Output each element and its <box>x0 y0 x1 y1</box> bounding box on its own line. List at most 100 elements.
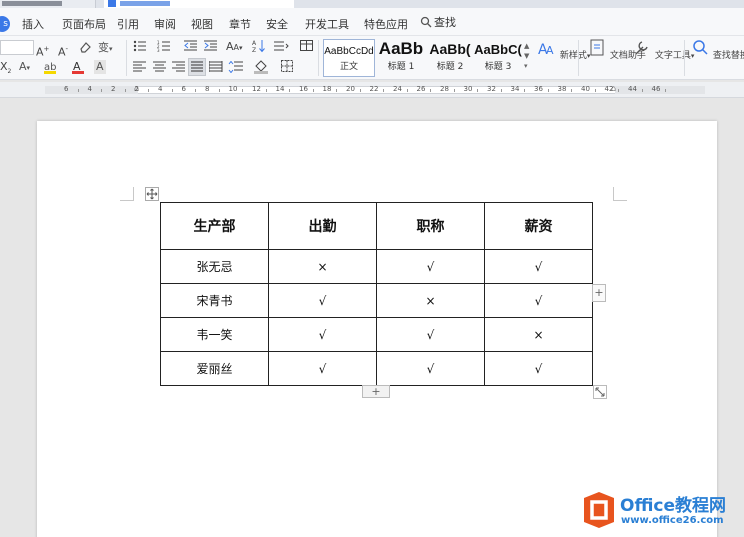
menu-page-layout[interactable]: 页面布局 <box>62 16 106 32</box>
add-row-button[interactable]: + <box>362 385 390 398</box>
data-table[interactable]: 生产部 出勤 职称 薪资 张无忌 × √ √ 宋青书 √ × √ 韦一笑 √ √… <box>160 202 593 386</box>
menu-review[interactable]: 审阅 <box>154 16 176 32</box>
table-cell[interactable]: × <box>376 283 485 318</box>
find-replace-button[interactable]: 查找替换▾ <box>690 38 744 61</box>
table-cell[interactable]: √ <box>376 351 485 386</box>
tab-other-document[interactable] <box>0 0 96 8</box>
table-move-handle[interactable] <box>145 187 159 201</box>
bullet-list-icon[interactable] <box>133 40 147 52</box>
ruler-number: 14 <box>275 85 285 93</box>
align-left-icon[interactable] <box>133 61 147 73</box>
table-row: 爱丽丝 √ √ √ <box>160 351 593 386</box>
table-cell[interactable]: √ <box>268 283 377 318</box>
table-cell[interactable]: √ <box>484 283 593 318</box>
table-cell[interactable]: × <box>484 317 593 352</box>
style-normal[interactable]: AaBbCcDd 正文 <box>323 39 375 77</box>
table-cell[interactable]: √ <box>376 249 485 284</box>
new-style-button[interactable]: AA 新样式▾ <box>537 38 590 61</box>
ruler-tick <box>500 89 502 92</box>
menu-references[interactable]: 引用 <box>117 16 139 32</box>
borders-icon[interactable] <box>281 60 297 74</box>
table-cell[interactable]: 爱丽丝 <box>160 351 269 386</box>
distributed-align-icon[interactable] <box>209 61 223 73</box>
clear-format-icon[interactable] <box>79 41 91 53</box>
align-right-icon[interactable] <box>172 61 186 73</box>
line-spacing-icon[interactable] <box>228 61 244 73</box>
resize-icon <box>595 387 605 397</box>
ruler-tick <box>406 89 408 92</box>
ruler-tick <box>359 89 361 92</box>
font-size-field[interactable] <box>0 40 34 55</box>
shading-icon[interactable] <box>254 60 272 74</box>
table-cell[interactable]: √ <box>484 351 593 386</box>
subscript-icon[interactable]: X2 <box>0 60 11 79</box>
decrease-indent-icon[interactable] <box>184 40 198 52</box>
table-cell[interactable]: √ <box>268 351 377 386</box>
table-cell[interactable]: √ <box>268 317 377 352</box>
style-sample: AaBbCcDd <box>324 46 374 57</box>
ruler-tick <box>124 89 126 92</box>
table-cell[interactable]: 宋青书 <box>160 283 269 318</box>
ruler-number: 26 <box>416 85 426 93</box>
doc-helper-icon <box>590 39 604 56</box>
home-menu-icon[interactable]: s <box>0 16 10 32</box>
ruler-number: 32 <box>487 85 496 93</box>
justify-icon[interactable] <box>188 58 206 76</box>
menu-view[interactable]: 视图 <box>191 16 213 32</box>
menu-search[interactable]: 查找 <box>420 14 456 30</box>
menu-security[interactable]: 安全 <box>266 16 288 32</box>
header-cell-department[interactable]: 生产部 <box>160 202 269 250</box>
styles-scroll-icon[interactable]: ▲ ▼ ▾ <box>524 41 529 71</box>
ruler-tick <box>242 89 244 92</box>
table-resize-handle[interactable] <box>593 385 607 399</box>
table-cell[interactable]: √ <box>376 317 485 352</box>
shrink-font-icon[interactable]: A- <box>58 42 68 60</box>
header-cell-title[interactable]: 职称 <box>376 202 485 250</box>
text-effect-icon[interactable]: A▾ <box>19 60 30 75</box>
change-case-icon[interactable]: AA▾ <box>226 40 243 55</box>
font-color-icon[interactable]: A <box>72 60 84 74</box>
table-cell[interactable]: 韦一笑 <box>160 317 269 352</box>
menu-developer-tools[interactable]: 开发工具 <box>305 16 349 32</box>
table-insert-icon[interactable] <box>300 40 314 52</box>
style-caption: 标题 1 <box>387 62 415 72</box>
menu-insert[interactable]: 插入 <box>22 16 44 32</box>
ruler-tick <box>430 89 432 92</box>
tab-active-document[interactable] <box>104 0 294 8</box>
sort-icon[interactable]: AZ <box>252 39 266 53</box>
header-cell-attendance[interactable]: 出勤 <box>268 202 377 250</box>
ruler-number: 10 <box>228 85 238 93</box>
ruler-tick <box>289 89 291 92</box>
phonetic-guide-icon[interactable]: 变▾ <box>98 41 113 56</box>
numbered-list-icon[interactable]: 123 <box>157 40 171 52</box>
ruler-tick <box>195 89 197 92</box>
header-cell-salary[interactable]: 薪资 <box>484 202 593 250</box>
table-cell[interactable]: × <box>268 249 377 284</box>
ruler-number: 28 <box>440 85 449 93</box>
line-spacing-options-icon[interactable] <box>274 40 290 52</box>
move-icon <box>146 188 158 200</box>
ruler-number: 42 <box>604 85 614 93</box>
menu-bar: s 插入 页面布局 引用 审阅 视图 章节 安全 开发工具 特色应用 查找 <box>0 8 744 36</box>
style-heading-2[interactable]: AaBb( 标题 2 <box>426 39 474 77</box>
style-caption: 正文 <box>339 62 358 72</box>
style-heading-1[interactable]: AaBb 标题 1 <box>376 39 426 77</box>
table-cell[interactable]: 张无忌 <box>160 249 269 284</box>
increase-indent-icon[interactable] <box>204 40 218 52</box>
ruler-tick <box>524 89 526 92</box>
text-tools-button[interactable]: 文字工具▾ <box>632 38 694 61</box>
menu-chapter[interactable]: 章节 <box>229 16 251 32</box>
character-shading-icon[interactable]: A <box>94 60 106 74</box>
menu-special-features[interactable]: 特色应用 <box>364 16 408 32</box>
table-cell[interactable]: √ <box>484 249 593 284</box>
horizontal-ruler[interactable]: ⌂ ⌂ 6 4 2 2 4 6 8 10 12 14 16 18 20 22 24 26 28 30 32 34 36 3… <box>0 82 744 98</box>
watermark-title: Office教程网 <box>620 496 727 516</box>
document-page[interactable]: 生产部 出勤 职称 薪资 张无忌 × √ √ 宋青书 √ × √ 韦一笑 √ √… <box>37 121 717 537</box>
ruler-number: 18 <box>322 85 332 93</box>
grow-font-icon[interactable]: A+ <box>36 42 49 60</box>
align-center-icon[interactable] <box>153 61 167 73</box>
highlight-icon[interactable]: ab <box>44 60 62 74</box>
style-heading-3[interactable]: AaBbC( 标题 3 <box>474 39 522 77</box>
add-column-button[interactable]: + <box>592 284 606 302</box>
office-logo-icon <box>584 492 614 528</box>
